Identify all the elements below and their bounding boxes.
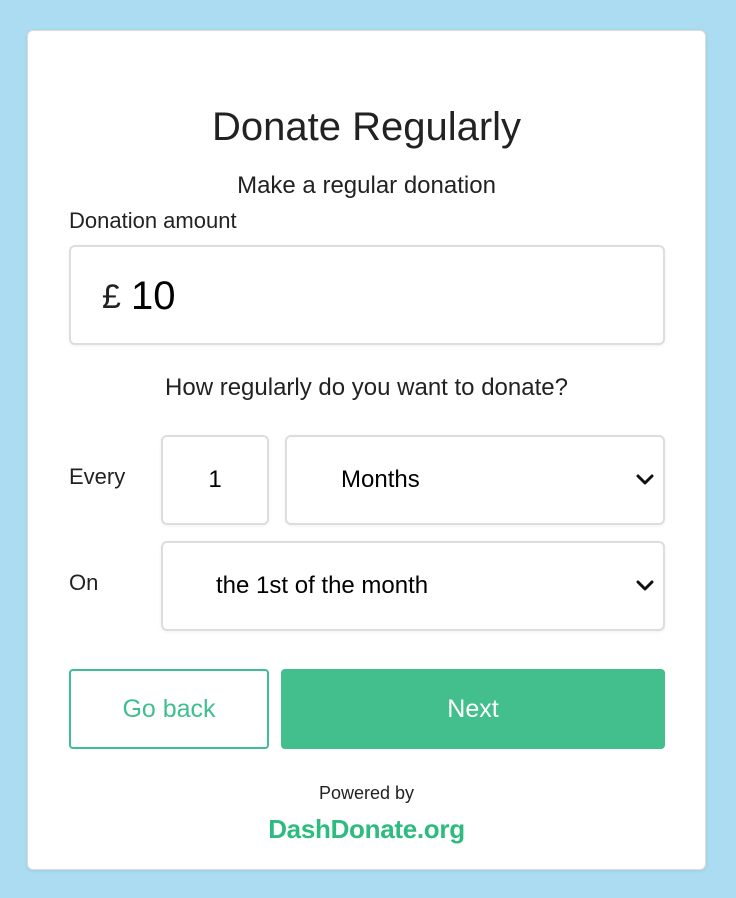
page-title: Donate Regularly xyxy=(211,105,522,149)
every-label: Every xyxy=(69,464,126,489)
frequency-question: How regularly do you want to donate? xyxy=(165,374,568,401)
interval-input[interactable] xyxy=(163,437,267,523)
currency-symbol: £ xyxy=(102,278,121,316)
page-subtitle: Make a regular donation xyxy=(237,172,496,199)
go-back-button[interactable]: Go back xyxy=(69,669,269,749)
donation-amount-label: Donation amount xyxy=(69,208,237,233)
powered-by-text: Powered by xyxy=(318,783,415,803)
day-select-value: the 1st of the month xyxy=(216,572,429,599)
donation-amount-input[interactable] xyxy=(131,271,631,321)
chevron-down-icon xyxy=(636,474,654,485)
on-label: On xyxy=(69,570,99,595)
next-button[interactable]: Next xyxy=(281,669,665,749)
interval-unit-select[interactable]: Months xyxy=(285,435,665,525)
day-select[interactable]: the 1st of the month xyxy=(161,541,665,631)
donation-card: Donate Regularly Make a regular donation… xyxy=(27,30,706,870)
donation-amount-field[interactable]: £ xyxy=(69,245,665,345)
chevron-down-icon xyxy=(636,580,654,591)
interval-unit-value: Months xyxy=(341,466,420,493)
dashdonate-logo[interactable]: DashDonate.org xyxy=(28,813,705,845)
interval-field[interactable] xyxy=(161,435,269,525)
